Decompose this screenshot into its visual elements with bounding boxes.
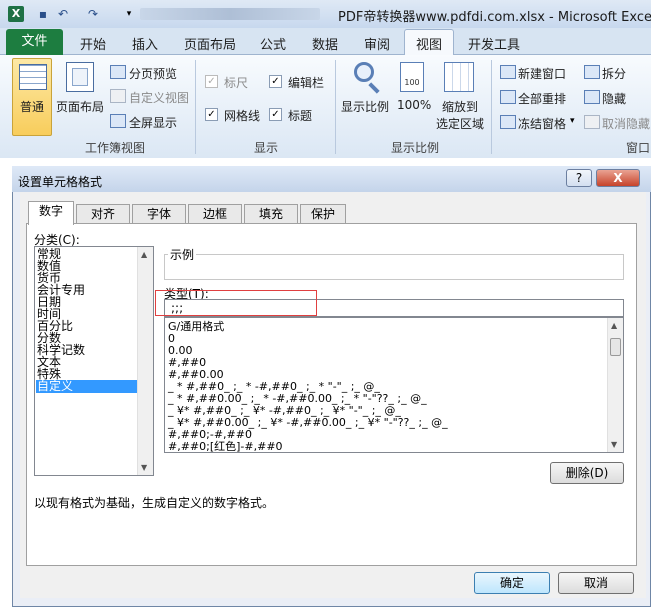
excel-logo-icon: X	[8, 6, 24, 22]
normal-view-icon	[19, 64, 47, 90]
close-button[interactable]: X	[596, 169, 640, 187]
dialog-title: 设置单元格格式	[18, 175, 103, 189]
category-scrollbar[interactable]: ▲ ▼	[137, 247, 153, 475]
new-window-icon	[500, 65, 516, 79]
zoom-selection-label-1[interactable]: 缩放到	[442, 98, 478, 115]
sample-label: 示例	[168, 246, 197, 263]
tab-font[interactable]: 字体	[132, 204, 186, 224]
headings-checkbox[interactable]: ✓	[269, 108, 282, 121]
split-button[interactable]: 拆分	[602, 65, 626, 82]
page-layout-label[interactable]: 页面布局	[56, 98, 104, 115]
redo-icon[interactable]: ↷	[86, 7, 100, 21]
sample-box	[164, 254, 624, 280]
tab-protection[interactable]: 保护	[300, 204, 346, 224]
formula-bar-checkbox[interactable]: ✓	[269, 75, 282, 88]
freeze-panes-icon	[500, 115, 516, 129]
headings-label: 标题	[288, 109, 313, 123]
tab-border[interactable]: 边框	[188, 204, 242, 224]
scroll-thumb[interactable]	[610, 338, 621, 356]
full-screen-button[interactable]: 全屏显示	[129, 114, 177, 131]
ruler-checkbox[interactable]: ✓	[205, 75, 218, 88]
group-label-show: 显示	[253, 141, 278, 155]
window-title: PDF帝转换器www.pdfdi.com.xlsx - Microsoft Ex…	[338, 10, 651, 25]
unhide-icon	[584, 115, 600, 129]
group-label-window: 窗口	[626, 141, 651, 155]
tab-developer[interactable]: 开发工具	[468, 34, 520, 53]
format-scrollbar[interactable]: ▲ ▼	[607, 318, 623, 452]
tab-page-layout[interactable]: 页面布局	[184, 34, 236, 53]
arrange-all-icon	[500, 90, 516, 104]
format-list[interactable]: G/通用格式 0 0.00 #,##0 #,##0.00 _ * #,##0_ …	[164, 317, 624, 453]
tab-alignment[interactable]: 对齐	[76, 204, 130, 224]
gridlines-label: 网格线	[224, 109, 261, 123]
tab-formulas[interactable]: 公式	[260, 34, 286, 53]
tab-view[interactable]: 视图	[416, 34, 442, 53]
blurred-region	[140, 8, 320, 20]
undo-icon[interactable]: ↶	[56, 7, 70, 21]
cancel-button[interactable]: 取消	[558, 572, 634, 594]
page-layout-icon-inner	[72, 68, 88, 86]
tab-review[interactable]: 审阅	[364, 34, 390, 53]
tab-number[interactable]: 数字	[28, 201, 74, 225]
normal-view-label: 普通	[20, 100, 45, 114]
scroll-down-icon[interactable]: ▼	[611, 440, 617, 449]
customize-toolbar-icon[interactable]: ▾	[122, 7, 136, 21]
group-label-zoom: 显示比例	[390, 141, 439, 155]
hide-button[interactable]: 隐藏	[602, 90, 626, 107]
zoom-100-icon[interactable]: 100	[400, 62, 424, 92]
tab-insert[interactable]: 插入	[132, 34, 158, 53]
list-item-selected[interactable]: 自定义	[37, 380, 73, 392]
page-break-button[interactable]: 分页预览	[129, 65, 177, 82]
split-icon	[584, 65, 600, 79]
page-break-icon	[110, 65, 126, 79]
ruler-label: 标尺	[224, 76, 249, 90]
tab-data[interactable]: 数据	[312, 34, 338, 53]
zoom-selection-icon[interactable]	[444, 62, 474, 92]
freeze-panes-button[interactable]: 冻结窗格	[518, 115, 566, 132]
zoom-100-button[interactable]: 100%	[397, 98, 431, 112]
unhide-button[interactable]: 取消隐藏	[602, 115, 650, 132]
arrange-all-button[interactable]: 全部重排	[518, 90, 566, 107]
group-label-workbook-views: 工作簿视图	[84, 141, 145, 155]
tab-home[interactable]: 开始	[80, 34, 106, 53]
full-screen-icon	[110, 114, 126, 128]
annotation-highlight-box	[155, 290, 317, 316]
custom-views-icon	[110, 89, 126, 103]
ribbon-separator	[335, 60, 336, 154]
tab-file[interactable]: 文件	[6, 29, 63, 55]
delete-button[interactable]: 删除(D)	[550, 462, 624, 484]
tab-fill[interactable]: 填充	[244, 204, 298, 224]
zoom-button[interactable]: 显示比例	[341, 98, 389, 115]
zoom-selection-label-2[interactable]: 选定区域	[436, 115, 484, 132]
chevron-down-icon[interactable]: ▾	[570, 116, 575, 126]
category-list[interactable]: 常规 数值 货币 会计专用 日期 时间 百分比 分数 科学记数 文本 特殊 自定…	[34, 246, 154, 476]
scroll-down-icon[interactable]: ▼	[141, 463, 147, 472]
custom-views-button[interactable]: 自定义视图	[129, 89, 189, 106]
ok-button[interactable]: 确定	[474, 572, 550, 594]
gridlines-checkbox[interactable]: ✓	[205, 108, 218, 121]
save-icon[interactable]: ▪	[36, 7, 50, 21]
new-window-button[interactable]: 新建窗口	[518, 65, 566, 82]
list-item[interactable]: G/通用格式	[168, 321, 224, 333]
dialog-title-bar	[12, 166, 651, 192]
scroll-up-icon[interactable]: ▲	[611, 321, 617, 330]
help-button[interactable]: ?	[566, 169, 592, 187]
ribbon-separator	[195, 60, 196, 154]
magnifier-icon[interactable]	[354, 62, 374, 82]
ribbon-separator	[491, 60, 492, 154]
formula-bar-label: 编辑栏	[288, 76, 325, 90]
description-text: 以现有格式为基础，生成自定义的数字格式。	[34, 496, 275, 510]
scroll-up-icon[interactable]: ▲	[141, 250, 147, 259]
hide-icon	[584, 90, 600, 104]
list-item[interactable]: #,##0;[红色]-#,##0	[168, 441, 283, 453]
